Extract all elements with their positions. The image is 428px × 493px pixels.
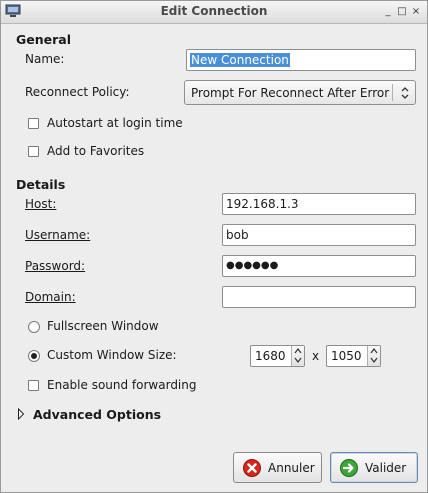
spin-down-icon[interactable] xyxy=(370,356,378,364)
password-input[interactable]: ●●●●●● xyxy=(222,255,416,277)
reconnect-policy-label: Reconnect Policy: xyxy=(25,85,130,99)
spin-up-icon[interactable] xyxy=(370,347,378,355)
width-spin-buttons[interactable] xyxy=(291,346,304,366)
maximize-button[interactable]: □ xyxy=(395,5,409,19)
name-label: Name: xyxy=(25,52,65,66)
edit-connection-dialog: Edit Connection _ □ × General Name: New … xyxy=(0,0,428,493)
sound-forwarding-checkbox[interactable] xyxy=(28,380,39,391)
height-spin-buttons[interactable] xyxy=(367,346,380,366)
ok-button-label: Valider xyxy=(365,461,407,475)
password-label: Password: xyxy=(25,259,85,273)
password-label-text: Password: xyxy=(25,259,86,273)
width-spinbutton[interactable]: 1680 xyxy=(250,345,305,367)
expander-arrow-icon[interactable] xyxy=(17,408,25,420)
size-times-sign: x xyxy=(312,349,320,363)
custom-size-label: Custom Window Size: xyxy=(47,348,177,362)
name-input-text: New Connection xyxy=(190,53,290,67)
username-label: Username: xyxy=(25,228,90,242)
close-button[interactable]: × xyxy=(409,5,423,19)
window-title: Edit Connection xyxy=(160,4,268,18)
cancel-icon xyxy=(243,459,261,477)
ok-icon xyxy=(340,459,358,477)
fullscreen-label: Fullscreen Window xyxy=(47,319,159,333)
autostart-label: Autostart at login time xyxy=(47,116,183,130)
spin-down-icon[interactable] xyxy=(294,356,302,364)
minimize-button[interactable]: _ xyxy=(381,5,395,19)
fullscreen-radio[interactable] xyxy=(28,321,40,333)
height-value: 1050 xyxy=(331,349,362,363)
favorites-label: Add to Favorites xyxy=(47,144,145,158)
host-input[interactable]: 192.168.1.3 xyxy=(222,193,416,215)
domain-input[interactable] xyxy=(222,286,416,308)
height-spinbutton[interactable]: 1050 xyxy=(326,345,381,367)
username-label-text: Username: xyxy=(25,228,91,242)
cancel-button-label: Annuler xyxy=(268,461,315,475)
width-value: 1680 xyxy=(255,349,286,363)
custom-size-radio[interactable] xyxy=(28,350,40,362)
advanced-options-expander[interactable]: Advanced Options xyxy=(33,407,161,422)
sound-forwarding-label: Enable sound forwarding xyxy=(47,378,197,392)
username-input[interactable]: bob xyxy=(222,224,416,246)
favorites-checkbox[interactable] xyxy=(28,146,39,157)
combo-arrow-icon xyxy=(401,87,409,99)
name-input[interactable]: New Connection xyxy=(186,49,416,71)
reconnect-policy-select[interactable]: Prompt For Reconnect After Error xyxy=(184,80,416,105)
details-heading: Details xyxy=(16,177,66,192)
title-bar[interactable]: Edit Connection _ □ × xyxy=(1,1,427,24)
ok-button[interactable]: Valider xyxy=(330,452,418,483)
host-label: Host: xyxy=(25,197,56,211)
combo-separator xyxy=(392,84,393,101)
autostart-checkbox[interactable] xyxy=(28,118,39,129)
domain-label-text: Domain: xyxy=(25,290,76,304)
reconnect-policy-value: Prompt For Reconnect After Error xyxy=(191,86,390,100)
spin-up-icon[interactable] xyxy=(294,347,302,355)
cancel-button[interactable]: Annuler xyxy=(233,452,322,483)
domain-label: Domain: xyxy=(25,290,76,304)
host-label-text: Host: xyxy=(25,197,57,211)
general-heading: General xyxy=(16,32,71,47)
